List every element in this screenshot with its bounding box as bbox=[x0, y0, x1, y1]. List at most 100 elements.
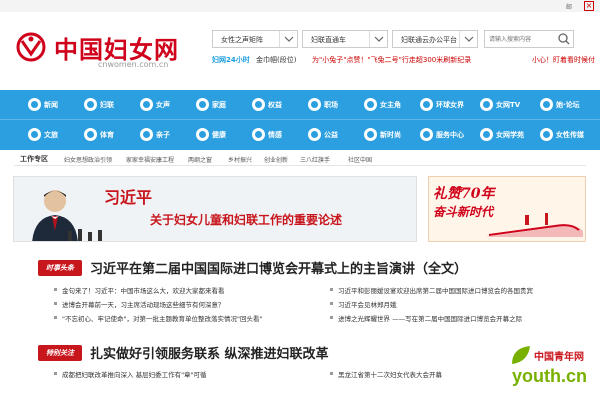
nav-label: 文旅 bbox=[44, 131, 58, 139]
service-icon bbox=[420, 128, 433, 141]
work-zone-link[interactable]: 乡村振兴 bbox=[228, 155, 252, 164]
search-box bbox=[484, 30, 574, 48]
nav-label: 女性传媒 bbox=[556, 131, 584, 139]
nav-label: 新闻 bbox=[44, 101, 58, 109]
news-item[interactable]: 成都把妇联改革推向深入 基层妇委工作有"章"可循 bbox=[54, 369, 207, 379]
nav-label: 职场 bbox=[324, 101, 338, 109]
logo-url: cnwomen.com.cn bbox=[98, 60, 169, 69]
workplace-icon bbox=[308, 98, 321, 111]
nav-label: 环球女界 bbox=[436, 101, 464, 109]
work-zone-title: 工作专区 bbox=[20, 155, 48, 163]
globe-icon bbox=[420, 98, 433, 111]
charity-icon bbox=[308, 128, 321, 141]
nav-label: 公益 bbox=[324, 131, 338, 139]
chevron-down-icon bbox=[459, 31, 477, 47]
section-title[interactable]: 习近平在第二届中国国际进口博览会开幕式上的主旨演讲（全文） bbox=[90, 258, 467, 277]
work-zone-bar: 工作专区 妇女思想政治引领 家家幸福安康工程 两纲之窗 乡村振兴 创业创新 三八… bbox=[14, 153, 586, 166]
media-icon bbox=[540, 128, 553, 141]
news-icon bbox=[28, 98, 41, 111]
nav-label: 女主角 bbox=[380, 101, 401, 109]
section-tag: 特别关注 bbox=[38, 345, 82, 361]
banner-title: 习近平 bbox=[104, 188, 153, 207]
news-item[interactable]: 黑龙江省第十二次妇女代表大会开幕 bbox=[330, 369, 442, 379]
news-item[interactable]: 习近平和彭丽媛设宴欢迎出席第二届中国国际进口博览会的各国贵宾 bbox=[330, 285, 533, 295]
section-tag: 时事头条 bbox=[38, 260, 82, 276]
fashion-icon bbox=[364, 128, 377, 141]
nav-label: 亲子 bbox=[156, 131, 170, 139]
microphone-icon bbox=[68, 229, 102, 241]
nav-label: 情感 bbox=[268, 131, 282, 139]
youth-brand-en: youth.cn bbox=[512, 366, 587, 386]
nav-label: 体育 bbox=[100, 131, 114, 139]
work-zone-link[interactable]: 妇女思想政治引领 bbox=[64, 155, 112, 164]
nav-label: 新时尚 bbox=[380, 131, 401, 139]
mail-link[interactable]: 邮 bbox=[566, 2, 572, 11]
nav-row-2: 文旅 体育 亲子 健康 情感 公益 新时尚 服务中心 女网学苑 女性传媒 bbox=[0, 120, 600, 150]
select-value: 女性之声矩阵 bbox=[221, 36, 263, 44]
health-icon bbox=[196, 128, 209, 141]
nav-row-1: 新闻 妇联 女声 家庭 权益 职场 女主角 环球女界 女网TV 她·论坛 bbox=[0, 90, 600, 120]
work-zone-link[interactable]: 社区中国 bbox=[348, 155, 372, 164]
select-federation-express[interactable]: 妇联直通车 bbox=[302, 30, 388, 48]
top-bar: 邮 × bbox=[0, 0, 600, 12]
ticker-item[interactable]: 小心！盯着看时候付 bbox=[532, 55, 595, 65]
nav-label: 她·论坛 bbox=[556, 101, 580, 109]
section-title[interactable]: 扎实做好引领服务联系 纵深推进妇联改革 bbox=[90, 343, 329, 362]
ticker-label: 妇网24小时 bbox=[212, 56, 250, 64]
search-input[interactable] bbox=[485, 31, 553, 47]
nav-label: 权益 bbox=[268, 101, 282, 109]
news-ticker: 妇网24小时 金巾帼(段位) 为"小兔子"点赞！"飞兔二号"行走超300米刷新纪… bbox=[212, 55, 597, 67]
culture-icon bbox=[28, 128, 41, 141]
federation-icon bbox=[84, 98, 97, 111]
sports-icon bbox=[84, 128, 97, 141]
ticker-item[interactable]: 金巾帼(段位) bbox=[256, 55, 296, 65]
news-item[interactable]: "不忘初心、牢记使命"，对第一批主题教育单位整改落实情况"回头看" bbox=[53, 313, 262, 323]
heroine-icon bbox=[364, 98, 377, 111]
select-value: 妇联通云办公平台 bbox=[401, 36, 457, 44]
ticker-item[interactable]: 为"小兔子"点赞！"飞兔二号"行走超300米刷新纪录 bbox=[312, 55, 471, 65]
voice-icon bbox=[140, 98, 153, 111]
select-cloud-office[interactable]: 妇联通云办公平台 bbox=[392, 30, 478, 48]
chevron-down-icon bbox=[279, 31, 297, 47]
section-headline: 特别关注 扎实做好引领服务联系 纵深推进妇联改革 bbox=[38, 343, 578, 362]
nav-label: 女网学苑 bbox=[496, 131, 524, 139]
anniversary-line-2: 奋斗新时代 bbox=[433, 205, 494, 219]
forum-icon bbox=[540, 98, 553, 111]
nav-label: 健康 bbox=[212, 131, 226, 139]
anniversary-line-1: 礼赞70年 bbox=[433, 186, 495, 202]
news-item[interactable]: 进博会开幕前一天，习主席活动现场这些细节有何深意？ bbox=[54, 299, 225, 309]
nav-label: 服务中心 bbox=[436, 131, 464, 139]
youth-logo[interactable]: 中国青年网 youth.cn bbox=[508, 338, 598, 398]
news-item[interactable]: 进博之光辉耀世界 ——写在第二届中国国际进口博览会开幕之际 bbox=[329, 313, 522, 323]
heart-icon bbox=[252, 128, 265, 141]
section-headline: 时事头条 习近平在第二届中国国际进口博览会开幕式上的主旨演讲（全文） bbox=[38, 258, 578, 277]
select-value: 妇联直通车 bbox=[311, 36, 346, 44]
parenting-icon bbox=[140, 128, 153, 141]
work-zone-link[interactable]: 家家幸福安康工程 bbox=[126, 155, 174, 164]
nav-label: 女声 bbox=[156, 101, 170, 109]
site-logo[interactable]: 中国妇女网 cnwomen.com.cn bbox=[14, 28, 184, 72]
leaf-icon bbox=[512, 346, 530, 364]
tv-icon bbox=[480, 98, 493, 111]
logo-emblem-icon bbox=[16, 32, 46, 62]
select-female-voice[interactable]: 女性之声矩阵 bbox=[212, 30, 298, 48]
family-icon bbox=[196, 98, 209, 111]
nav-label: 家庭 bbox=[212, 101, 226, 109]
train-icon bbox=[485, 213, 583, 237]
work-zone-link[interactable]: 两纲之窗 bbox=[188, 155, 212, 164]
search-icon[interactable] bbox=[557, 33, 571, 45]
chevron-down-icon bbox=[369, 31, 387, 47]
nav-label: 妇联 bbox=[100, 101, 114, 109]
news-item[interactable]: 习近平会见林郑月娥 bbox=[330, 299, 397, 309]
banner-subtitle: 关于妇女儿童和妇联工作的重要论述 bbox=[150, 213, 343, 227]
news-item[interactable]: 金句来了！习近平：中国市场这么大，欢迎大家都来看看 bbox=[54, 285, 225, 295]
rights-icon bbox=[252, 98, 265, 111]
academy-icon bbox=[480, 128, 493, 141]
close-icon[interactable]: × bbox=[584, 1, 594, 11]
feature-banner[interactable]: 习近平 关于妇女儿童和妇联工作的重要论述 bbox=[13, 176, 417, 242]
nav-label: 女网TV bbox=[496, 101, 521, 109]
anniversary-banner[interactable]: 礼赞70年 奋斗新时代 bbox=[428, 176, 586, 242]
work-zone-link[interactable]: 三八红旗手 bbox=[300, 155, 330, 164]
youth-brand-cn: 中国青年网 bbox=[534, 352, 584, 363]
work-zone-link[interactable]: 创业创新 bbox=[264, 155, 288, 164]
